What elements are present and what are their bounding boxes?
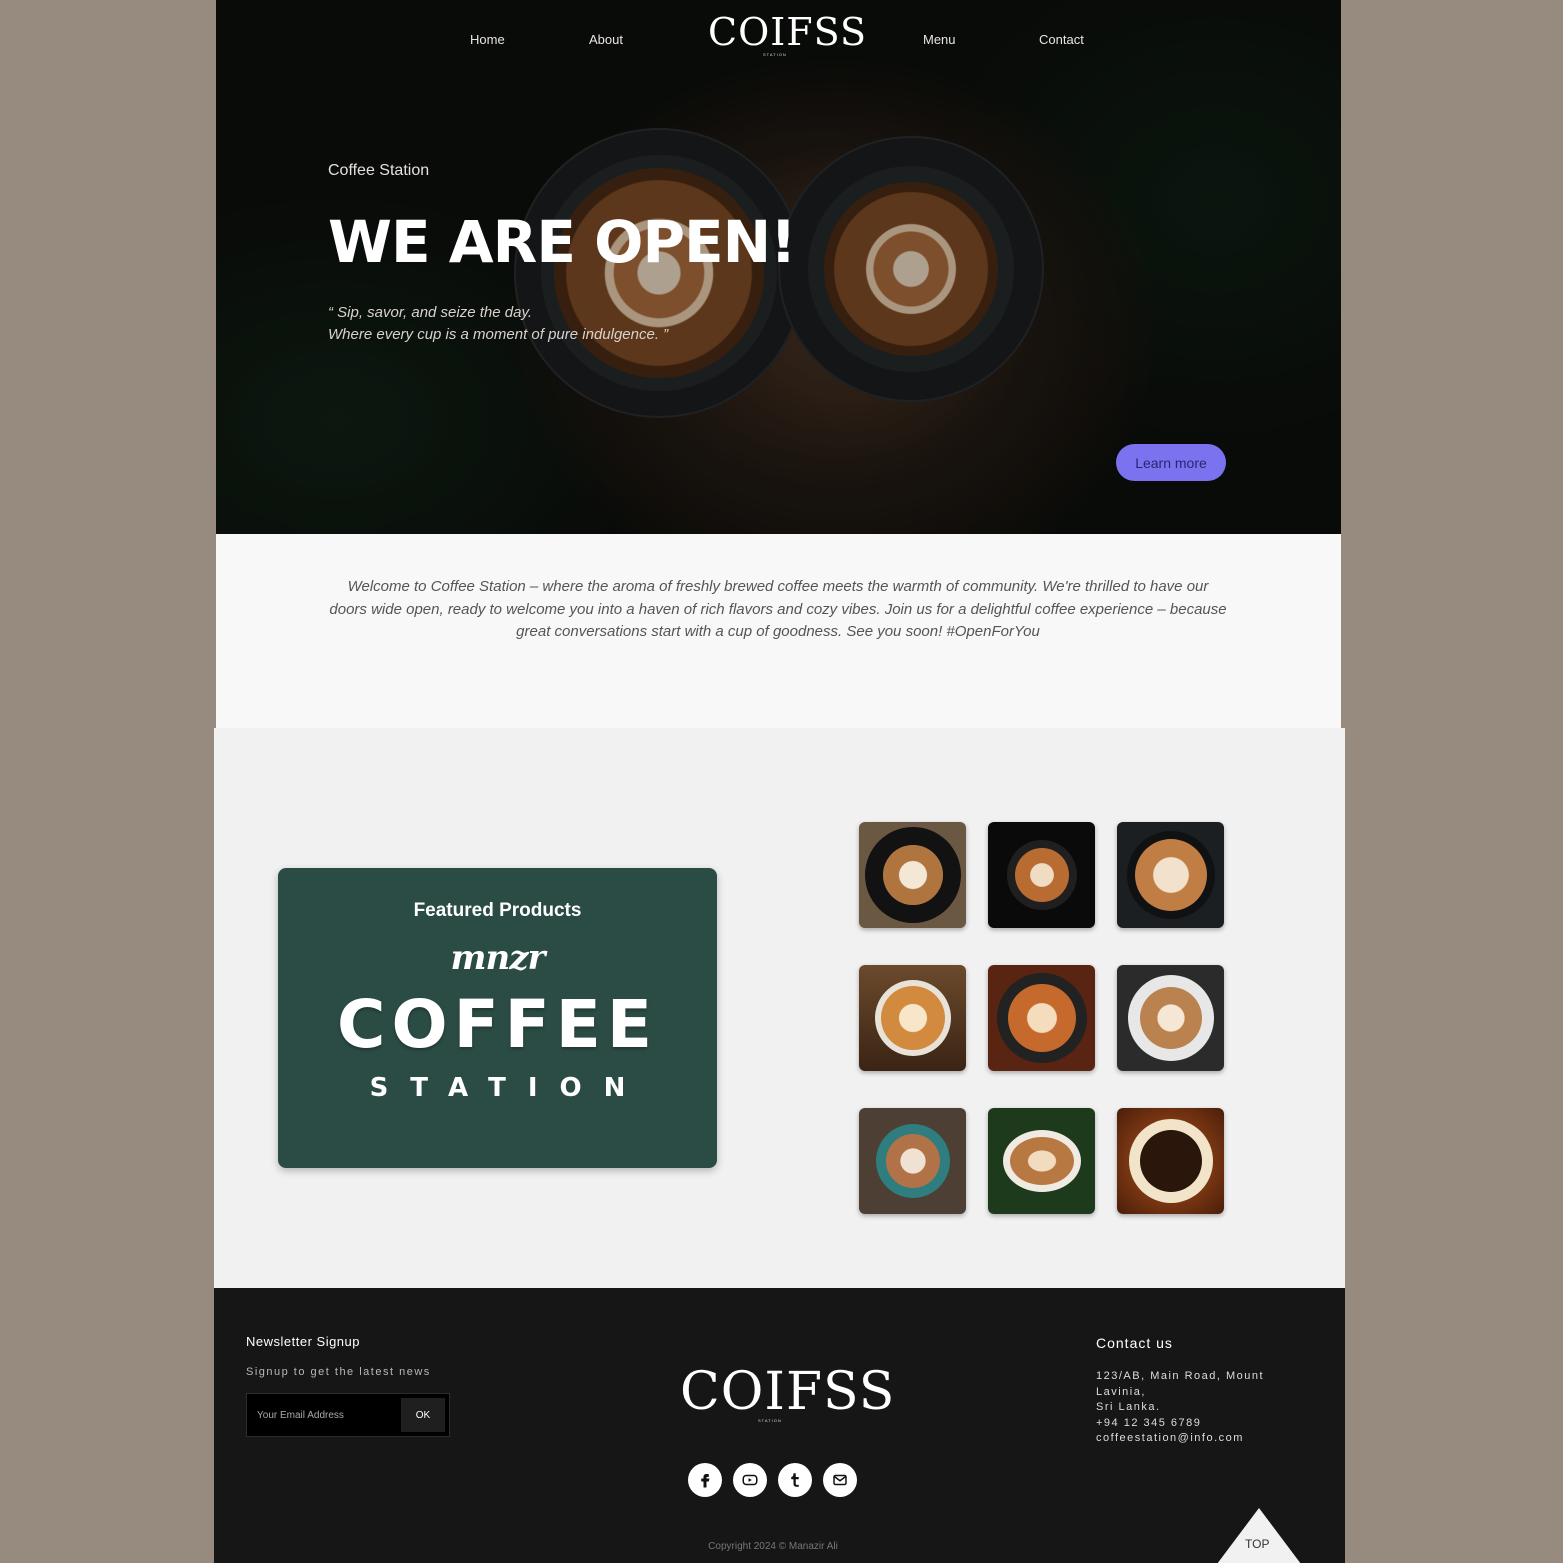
hero-title: WE ARE OPEN! [328, 208, 797, 276]
nav-home[interactable]: Home [470, 32, 505, 47]
tumblr-link[interactable] [778, 1463, 812, 1497]
gallery-image[interactable] [988, 965, 1095, 1071]
footer-logo-sub: STATION [758, 1418, 782, 1423]
contact-phone[interactable]: +94 12 345 6789 [1096, 1417, 1201, 1429]
hero-section: Home About COIFSS STATION Menu Contact C… [216, 0, 1341, 534]
gallery-image[interactable] [859, 822, 966, 928]
youtube-link[interactable] [733, 1463, 767, 1497]
facebook-icon [701, 1474, 710, 1488]
newsletter-ok-button[interactable]: OK [401, 1398, 445, 1432]
email-input[interactable] [257, 1404, 397, 1426]
facebook-link[interactable] [688, 1463, 722, 1497]
contact-email[interactable]: coffeestation@info.com [1096, 1432, 1244, 1444]
nav-about[interactable]: About [589, 32, 623, 47]
header-logo-sub: STATION [763, 52, 787, 57]
learn-more-button[interactable]: Learn more [1116, 444, 1226, 481]
footer: Newsletter Signup Signup to get the late… [214, 1288, 1345, 1563]
back-to-top-label[interactable]: TOP [1245, 1537, 1269, 1551]
footer-logo-text: COIFSS [680, 1362, 896, 1422]
contact-title: Contact us [1096, 1335, 1173, 1351]
header-logo-text: COIFSS [708, 10, 868, 54]
hero-kicker: Coffee Station [328, 162, 430, 179]
gallery-image[interactable] [1117, 965, 1224, 1071]
newsletter-title: Newsletter Signup [246, 1334, 360, 1349]
nav-contact[interactable]: Contact [1039, 32, 1084, 47]
featured-title: Featured Products [413, 900, 582, 921]
gallery-image[interactable] [859, 965, 966, 1071]
contact-address-3: Sri Lanka. [1096, 1401, 1161, 1413]
gallery-image[interactable] [1117, 822, 1224, 928]
contact-address-1: 123/AB, Main Road, Mount [1096, 1370, 1265, 1382]
top-nav: Home About COIFSS STATION Menu Contact [216, 0, 1341, 80]
back-to-top-button[interactable] [1217, 1508, 1301, 1563]
youtube-icon [742, 1474, 758, 1486]
contact-address-2: Lavinia, [1096, 1386, 1146, 1398]
gallery-image[interactable] [1117, 1108, 1224, 1214]
hero-quote: “ Sip, savor, and seize the day. Where e… [328, 302, 668, 346]
gallery-image[interactable] [988, 822, 1095, 928]
featured-section: Featured Products mnzr COFFEE STATION [214, 728, 1345, 1288]
welcome-text: Welcome to Coffee Station – where the ar… [329, 578, 1227, 640]
hero-quote-line2: Where every cup is a moment of pure indu… [328, 326, 669, 343]
brand-script: mnzr [450, 938, 546, 978]
welcome-section: Welcome to Coffee Station – where the ar… [216, 534, 1341, 728]
nav-menu[interactable]: Menu [923, 32, 956, 47]
tumblr-icon [791, 1473, 799, 1487]
hero-quote-line1: “ Sip, savor, and seize the day. [328, 304, 533, 321]
featured-products-card[interactable]: Featured Products mnzr COFFEE STATION [278, 868, 717, 1168]
mail-link[interactable] [823, 1463, 857, 1497]
gallery-image[interactable] [988, 1108, 1095, 1214]
newsletter-subtitle: Signup to get the latest news [246, 1366, 431, 1378]
newsletter-form: OK [246, 1393, 450, 1437]
brand-big: COFFEE [337, 986, 658, 1063]
gallery-image[interactable] [859, 1108, 966, 1214]
copyright: Copyright 2024 © Manazir Ali [708, 1541, 838, 1552]
brand-small: STATION [369, 1073, 648, 1103]
mail-icon [833, 1474, 847, 1486]
